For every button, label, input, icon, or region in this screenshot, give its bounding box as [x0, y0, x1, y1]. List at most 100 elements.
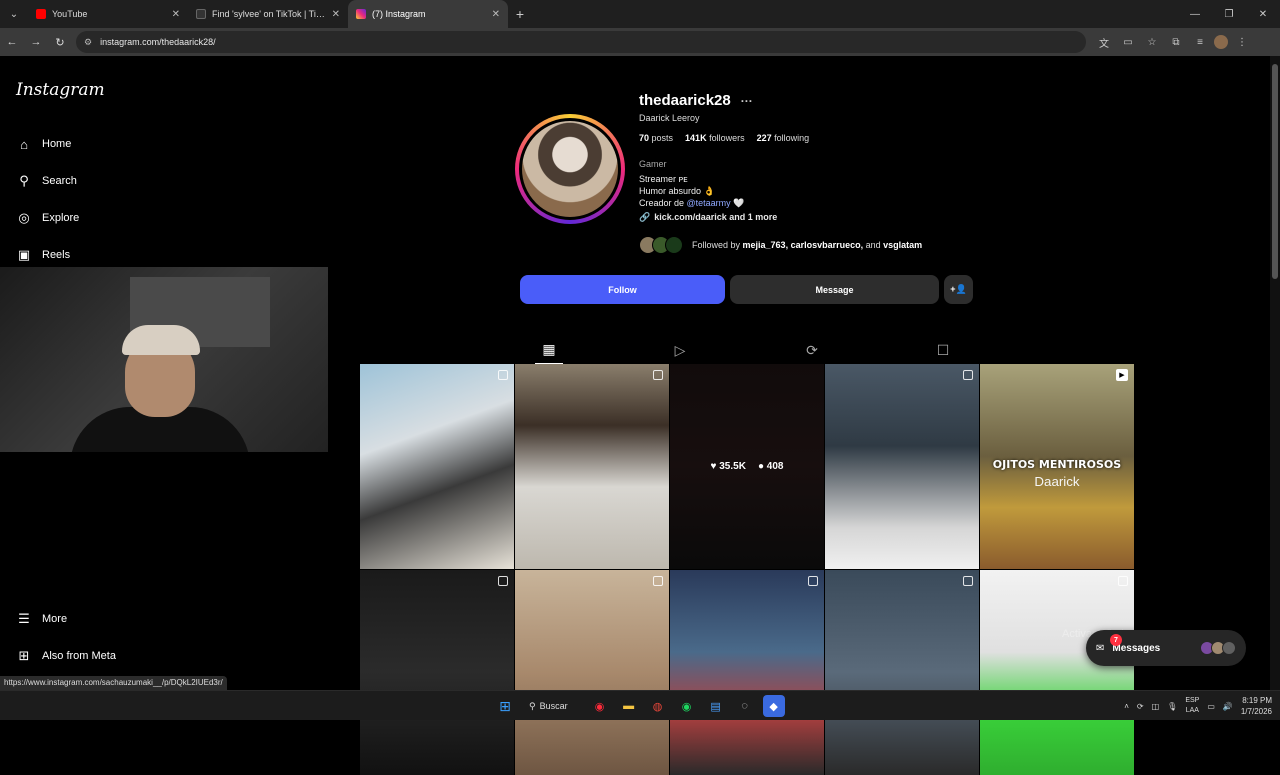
- tab-title: YouTube: [52, 9, 88, 19]
- translate-icon[interactable]: 文: [1094, 32, 1114, 52]
- instagram-logo[interactable]: Instagram: [16, 80, 105, 100]
- sidebar-item-also-from-meta[interactable]: ⊞ Also from Meta: [16, 648, 116, 664]
- post-thumbnail[interactable]: [515, 570, 669, 775]
- volume-icon[interactable]: 🔊: [1223, 702, 1233, 711]
- home-icon: ⌂: [20, 136, 28, 152]
- post-thumbnail[interactable]: [980, 570, 1134, 775]
- cast-icon[interactable]: ▭: [1118, 32, 1138, 52]
- comments-count: ● 408: [757, 461, 784, 472]
- carousel-icon: [1118, 576, 1128, 586]
- forward-icon[interactable]: →: [24, 30, 48, 54]
- obs-icon[interactable]: ◌: [734, 695, 756, 717]
- followers-stat[interactable]: 141K followers: [685, 133, 745, 143]
- sidebar-item-label: Explore: [42, 212, 80, 224]
- followed-by[interactable]: Followed by mejia_763, carlosvbarrueco, …: [639, 236, 922, 254]
- system-clock[interactable]: 8:19 PM 1/7/2026: [1241, 695, 1272, 717]
- profile-bio: Streamer ᴘᴇ Humor absurdo 👌 Creador de @…: [639, 173, 744, 209]
- post-thumbnail[interactable]: [825, 570, 979, 775]
- reel-play-icon: ▶: [1116, 369, 1128, 381]
- file-explorer-icon[interactable]: ▬: [618, 695, 640, 717]
- tab-tiktok[interactable]: Find 'sylvee' on TikTok | TikTok ✕: [188, 0, 348, 28]
- new-tab-button[interactable]: +: [508, 2, 532, 26]
- more-options-icon[interactable]: ···: [741, 94, 753, 108]
- tab-close-icon[interactable]: ✕: [332, 9, 340, 20]
- message-button[interactable]: Message: [730, 275, 939, 304]
- profile-avatar-icon[interactable]: [1214, 35, 1228, 49]
- close-window-icon[interactable]: ✕: [1246, 0, 1280, 28]
- tagged-icon[interactable]: ☐: [929, 336, 957, 364]
- taskbar-search[interactable]: ⚲ Buscar: [523, 695, 582, 717]
- windows-start-icon[interactable]: ⊞: [494, 695, 516, 717]
- tray-app-icon[interactable]: ◫: [1152, 702, 1160, 711]
- chrome-menu-icon[interactable]: ⋮: [1232, 32, 1252, 52]
- minimize-icon[interactable]: —: [1178, 0, 1212, 28]
- bookmark-star-icon[interactable]: ☆: [1142, 32, 1162, 52]
- back-icon[interactable]: ←: [0, 30, 24, 54]
- profile-category: Gamer: [639, 159, 667, 169]
- bio-mention-link[interactable]: @tetaarmy: [687, 198, 731, 208]
- reels-tab-icon[interactable]: ▷: [666, 336, 694, 364]
- post-thumbnail[interactable]: [360, 364, 514, 569]
- chrome-icon[interactable]: ◍: [647, 695, 669, 717]
- carousel-icon: [963, 370, 973, 380]
- carousel-icon: [498, 370, 508, 380]
- opera-icon[interactable]: ◉: [589, 695, 611, 717]
- page-scrollbar-thumb[interactable]: [1272, 64, 1278, 279]
- tab-search-chevron-icon[interactable]: ⌄: [0, 0, 28, 28]
- profile-stats: 70 posts 141K followers 227 following: [639, 133, 809, 143]
- tiktok-favicon-icon: [196, 9, 206, 19]
- browser-tab-bar: ⌄ YouTube ✕ Find 'sylvee' on TikTok | Ti…: [0, 0, 1280, 28]
- notes-icon[interactable]: ▤: [705, 695, 727, 717]
- media-controls-icon[interactable]: ≡: [1190, 32, 1210, 52]
- link-icon: 🔗: [639, 212, 651, 222]
- restore-icon[interactable]: ❐: [1212, 0, 1246, 28]
- post-thumbnail[interactable]: ♥ 35.5K ● 408: [670, 364, 824, 569]
- reposts-icon[interactable]: ⟳: [798, 336, 826, 364]
- compass-icon: ◎: [18, 210, 30, 225]
- tab-youtube[interactable]: YouTube ✕: [28, 0, 188, 28]
- reload-icon[interactable]: ↻: [48, 30, 72, 54]
- messages-button[interactable]: ✉ 7 Messages: [1086, 630, 1246, 666]
- post-thumbnail[interactable]: [515, 364, 669, 569]
- post-thumbnail[interactable]: [825, 364, 979, 569]
- spotify-icon[interactable]: ◉: [676, 695, 698, 717]
- address-bar[interactable]: ⚙ instagram.com/thedaarick28/: [76, 31, 1086, 53]
- instagram-favicon-icon: [356, 9, 366, 19]
- posts-grid-icon[interactable]: ▦: [535, 336, 563, 364]
- tray-sync-icon[interactable]: ⟳: [1137, 702, 1144, 711]
- unread-badge: 7: [1110, 634, 1122, 646]
- network-icon[interactable]: ▭: [1207, 702, 1215, 711]
- url-text: instagram.com/thedaarick28/: [100, 37, 216, 47]
- microphone-icon[interactable]: 🎙: [1167, 702, 1177, 711]
- site-info-icon[interactable]: ⚙: [84, 37, 92, 48]
- following-stat[interactable]: 227 following: [757, 133, 810, 143]
- follow-button[interactable]: Follow: [520, 275, 725, 304]
- sidebar-item-more[interactable]: ☰ More: [16, 611, 67, 627]
- tab-close-icon[interactable]: ✕: [492, 9, 500, 20]
- mutual-avatars: [639, 236, 683, 254]
- tab-instagram[interactable]: (7) Instagram ✕: [348, 0, 508, 28]
- sidebar-item-search[interactable]: ⚲ Search: [16, 173, 77, 189]
- message-avatars: [1200, 641, 1236, 655]
- reels-icon: ▣: [17, 247, 31, 262]
- language-indicator[interactable]: ESP LAA: [1185, 696, 1199, 716]
- sidebar-item-explore[interactable]: ◎ Explore: [16, 210, 79, 226]
- story-ring[interactable]: [515, 114, 625, 224]
- profile-link[interactable]: 🔗 kick.com/daarick and 1 more: [639, 212, 777, 223]
- app-icon[interactable]: ◆: [762, 695, 785, 717]
- carousel-icon: [498, 576, 508, 586]
- post-thumbnail[interactable]: [360, 570, 514, 775]
- carousel-icon: [653, 370, 663, 380]
- tray-chevron-icon[interactable]: ˄: [1124, 702, 1129, 711]
- tab-close-icon[interactable]: ✕: [172, 9, 180, 20]
- comment-icon: ●: [757, 461, 764, 472]
- suggested-accounts-button[interactable]: +👤: [944, 275, 973, 304]
- carousel-icon: [808, 576, 818, 586]
- post-thumbnail[interactable]: [670, 570, 824, 775]
- extensions-icon[interactable]: ⧉: [1166, 32, 1186, 52]
- post-thumbnail[interactable]: ▶ OJITOS MENTIROSOS Daarick: [980, 364, 1134, 569]
- sidebar-item-home[interactable]: ⌂ Home: [16, 136, 71, 152]
- page-scrollbar-track[interactable]: [1270, 56, 1280, 690]
- window-controls: — ❐ ✕: [1178, 0, 1280, 28]
- sidebar-item-reels[interactable]: ▣ Reels: [16, 247, 70, 263]
